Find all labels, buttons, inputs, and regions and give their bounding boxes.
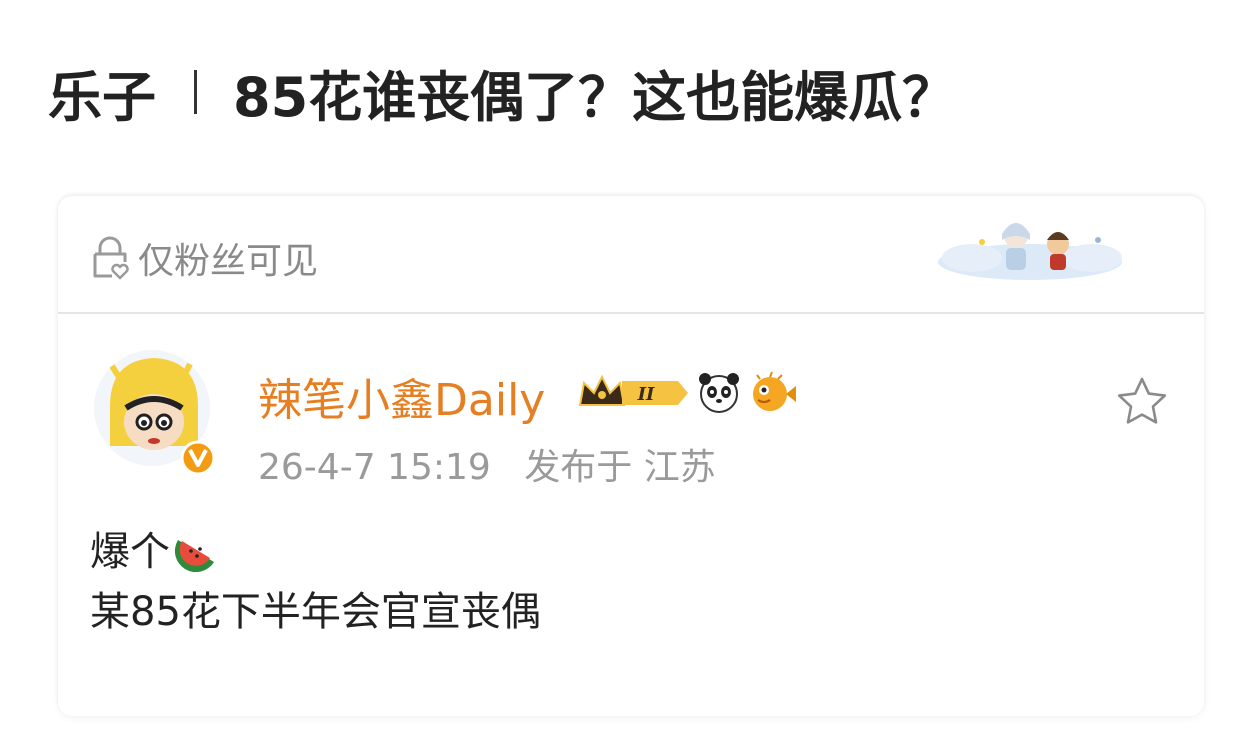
post-text: 某85花下半年会官宣丧偶	[90, 589, 541, 635]
headline-category: 乐子	[48, 65, 156, 129]
post-content: 爆个 某85花下半年会官宣丧偶	[90, 522, 541, 642]
crown-level-badge-icon[interactable]: II	[576, 371, 690, 415]
level-label: II	[637, 384, 655, 405]
avatar[interactable]	[90, 346, 220, 476]
watermelon-icon	[174, 540, 214, 572]
headline-separator	[194, 70, 197, 114]
post-text: 爆个	[90, 529, 170, 575]
lock-heart-icon	[93, 236, 129, 280]
character-sticker-icon	[938, 223, 1122, 280]
article-headline: 乐子 85花谁丧偶了？这也能爆瓜？	[48, 52, 956, 132]
post-date: 26-4-7 15:19	[258, 447, 491, 488]
author-badges: II	[576, 368, 804, 418]
card-divider	[58, 312, 1204, 314]
author-name[interactable]: 辣笔小鑫Daily	[258, 364, 545, 428]
post-location: 发布于 江苏	[524, 447, 716, 488]
post-line-2: 某85花下半年会官宣丧偶	[90, 582, 541, 642]
post-screenshot: 乐子 85花谁丧偶了？这也能爆瓜？ 仅粉丝可见 辣笔小鑫Daily II 26-…	[0, 0, 1260, 732]
star-icon[interactable]	[1114, 374, 1170, 430]
panda-icon	[699, 373, 739, 413]
post-meta: 26-4-7 15:19 发布于 江苏	[258, 438, 716, 490]
visibility-label: 仅粉丝可见	[138, 241, 319, 282]
headline-title: 85花谁丧偶了？这也能爆瓜？	[233, 65, 957, 129]
weibo-post-card: 仅粉丝可见 辣笔小鑫Daily II 26-4-7 15:19 发布于 江苏 爆…	[58, 196, 1204, 716]
pufferfish-icon	[753, 371, 796, 411]
visibility-indicator: 仅粉丝可见	[90, 228, 318, 288]
verified-v-icon	[180, 440, 216, 476]
post-line-1: 爆个	[90, 522, 541, 582]
